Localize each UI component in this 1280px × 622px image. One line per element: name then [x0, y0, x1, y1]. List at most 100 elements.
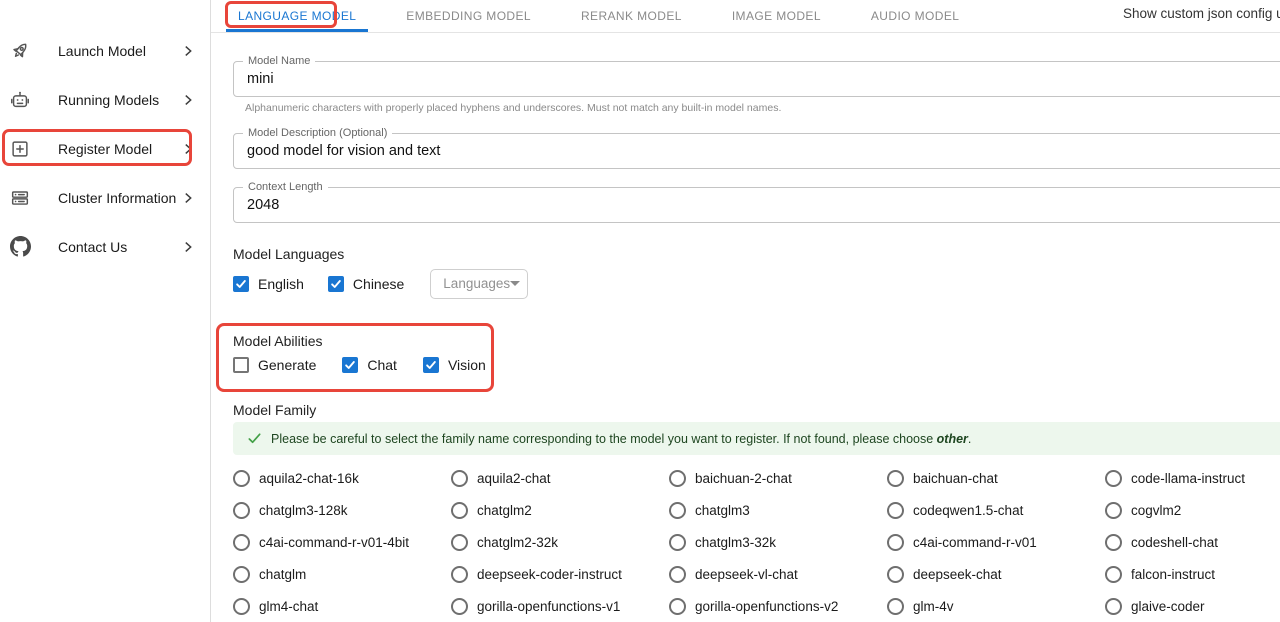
rocket-icon	[8, 39, 32, 63]
family-option[interactable]: baichuan-2-chat	[669, 470, 887, 487]
tab-embedding-model[interactable]: EMBEDDING MODEL	[394, 0, 543, 32]
sidebar-item-running-models[interactable]: Running Models	[0, 75, 210, 124]
model-abilities-row: Generate Chat Vision	[233, 357, 491, 373]
family-option[interactable]: chatglm3	[669, 502, 887, 519]
family-option[interactable]: chatglm2-32k	[451, 534, 669, 551]
family-option[interactable]: c4ai-command-r-v01	[887, 534, 1105, 551]
chevron-right-icon	[180, 190, 196, 206]
tab-image-model[interactable]: IMAGE MODEL	[720, 0, 833, 32]
family-option[interactable]: chatglm3-32k	[669, 534, 887, 551]
radio-icon	[233, 566, 250, 583]
sidebar-item-label: Register Model	[58, 141, 180, 157]
family-option[interactable]: chatglm2	[451, 502, 669, 519]
family-option[interactable]: cogvlm2	[1105, 502, 1280, 519]
model-family-notice-banner: Please be careful to select the family n…	[233, 422, 1280, 455]
sidebar-item-label: Cluster Information	[58, 190, 180, 206]
radio-icon	[887, 502, 904, 519]
ability-checkbox-chat[interactable]: Chat	[342, 357, 397, 373]
model-name-value[interactable]: mini	[234, 62, 1280, 96]
languages-select[interactable]: Languages	[430, 269, 528, 299]
radio-icon	[887, 534, 904, 551]
model-family-title: Model Family	[233, 402, 1280, 418]
family-option[interactable]: chatglm	[233, 566, 451, 583]
radio-icon	[1105, 470, 1122, 487]
main-content: LANGUAGE MODEL EMBEDDING MODEL RERANK MO…	[211, 0, 1280, 622]
checkbox-icon	[342, 357, 358, 373]
tab-language-model[interactable]: LANGUAGE MODEL	[226, 0, 368, 32]
radio-icon	[1105, 598, 1122, 615]
radio-icon	[669, 470, 686, 487]
model-name-helper-text: Alphanumeric characters with properly pl…	[245, 102, 1280, 114]
context-length-label: Context Length	[243, 181, 328, 194]
ability-checkbox-generate[interactable]: Generate	[233, 357, 316, 373]
family-option[interactable]: baichuan-chat	[887, 470, 1105, 487]
ability-checkbox-vision[interactable]: Vision	[423, 357, 486, 373]
tab-rerank-model[interactable]: RERANK MODEL	[569, 0, 694, 32]
radio-icon	[233, 470, 250, 487]
family-option[interactable]: codeshell-chat	[1105, 534, 1280, 551]
family-option[interactable]: code-llama-instruct	[1105, 470, 1280, 487]
family-option[interactable]: aquila2-chat-16k	[233, 470, 451, 487]
tab-audio-model[interactable]: AUDIO MODEL	[859, 0, 971, 32]
radio-icon	[1105, 502, 1122, 519]
radio-icon	[1105, 534, 1122, 551]
chevron-right-icon	[180, 92, 196, 108]
radio-icon	[669, 566, 686, 583]
radio-icon	[887, 598, 904, 615]
context-length-value[interactable]: 2048	[234, 188, 1280, 222]
model-description-label: Model Description (Optional)	[243, 127, 392, 140]
caret-down-icon	[510, 281, 520, 286]
plus-square-icon	[8, 137, 32, 161]
sidebar-item-cluster-information[interactable]: Cluster Information	[0, 173, 210, 222]
radio-icon	[451, 502, 468, 519]
checkbox-icon	[423, 357, 439, 373]
radio-icon	[233, 502, 250, 519]
model-name-field[interactable]: Model Name mini	[233, 61, 1280, 97]
family-option[interactable]: glm-4v	[887, 598, 1105, 615]
show-custom-json-config-link[interactable]: Show custom json config used b	[1123, 6, 1280, 21]
robot-icon	[8, 88, 32, 112]
sidebar-item-label: Running Models	[58, 92, 180, 108]
radio-icon	[451, 598, 468, 615]
radio-icon	[669, 502, 686, 519]
sidebar-item-contact-us[interactable]: Contact Us	[0, 222, 210, 271]
context-length-field[interactable]: Context Length 2048	[233, 187, 1280, 223]
sidebar-item-launch-model[interactable]: Launch Model	[0, 26, 210, 75]
family-option[interactable]: codeqwen1.5-chat	[887, 502, 1105, 519]
chevron-right-icon	[180, 141, 196, 157]
register-model-form: Model Name mini Alphanumeric characters …	[211, 33, 1280, 622]
model-name-label: Model Name	[243, 55, 315, 68]
family-option[interactable]: gorilla-openfunctions-v1	[451, 598, 669, 615]
checkbox-icon	[233, 276, 249, 292]
family-option[interactable]: glm4-chat	[233, 598, 451, 615]
sidebar-item-register-model[interactable]: Register Model	[0, 124, 210, 173]
model-description-field[interactable]: Model Description (Optional) good model …	[233, 133, 1280, 169]
family-option[interactable]: chatglm3-128k	[233, 502, 451, 519]
success-check-icon	[247, 431, 262, 446]
language-checkbox-chinese[interactable]: Chinese	[328, 276, 404, 292]
cluster-icon	[8, 186, 32, 210]
sidebar-item-label: Launch Model	[58, 43, 180, 59]
family-option[interactable]: glaive-coder	[1105, 598, 1280, 615]
radio-icon	[233, 534, 250, 551]
family-option[interactable]: falcon-instruct	[1105, 566, 1280, 583]
family-option[interactable]: aquila2-chat	[451, 470, 669, 487]
language-checkbox-english[interactable]: English	[233, 276, 304, 292]
family-option[interactable]: gorilla-openfunctions-v2	[669, 598, 887, 615]
chevron-right-icon	[180, 43, 196, 59]
chevron-right-icon	[180, 239, 196, 255]
annotation-model-abilities: Model Abilities Generate Chat	[216, 323, 494, 392]
model-abilities-title: Model Abilities	[233, 333, 491, 349]
radio-icon	[451, 534, 468, 551]
family-option[interactable]: deepseek-chat	[887, 566, 1105, 583]
radio-icon	[669, 598, 686, 615]
radio-icon	[451, 470, 468, 487]
family-option[interactable]: deepseek-vl-chat	[669, 566, 887, 583]
radio-icon	[1105, 566, 1122, 583]
model-family-notice-text: Please be careful to select the family n…	[271, 432, 971, 446]
sidebar-item-label: Contact Us	[58, 239, 180, 255]
family-option[interactable]: deepseek-coder-instruct	[451, 566, 669, 583]
github-icon	[8, 235, 32, 259]
family-option[interactable]: c4ai-command-r-v01-4bit	[233, 534, 451, 551]
radio-icon	[233, 598, 250, 615]
